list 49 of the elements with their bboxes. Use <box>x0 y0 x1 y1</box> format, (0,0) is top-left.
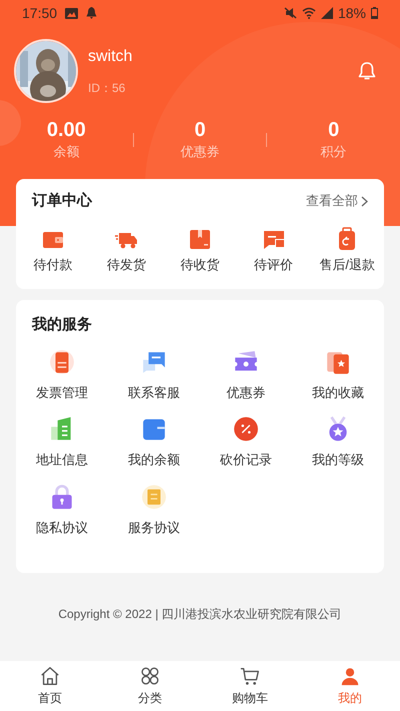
person-icon <box>339 665 361 687</box>
home-icon <box>39 665 61 687</box>
service-button[interactable]: 我的等级 <box>292 416 384 470</box>
section-title: 订单中心 <box>32 190 92 211</box>
user-name: switch <box>88 47 134 67</box>
bell-icon <box>86 7 98 19</box>
battery-icon <box>371 7 378 19</box>
stat-label: 余额 <box>53 143 80 162</box>
section-title: 我的服务 <box>30 315 93 335</box>
order-status-button[interactable]: 待收货 <box>163 227 237 274</box>
discount-badge-icon <box>233 416 259 442</box>
stat-label: 积分 <box>320 143 347 162</box>
nav-tab[interactable]: 分类 <box>100 661 200 711</box>
service-button[interactable]: 优惠券 <box>200 348 292 402</box>
service-button[interactable]: 隐私协议 <box>16 484 108 537</box>
wifi-icon <box>302 7 316 19</box>
service-button[interactable]: 砍价记录 <box>200 416 292 470</box>
view-all-link[interactable]: 查看全部 <box>306 191 368 211</box>
service-button[interactable]: 我的余额 <box>108 416 200 470</box>
stat-value: 0 <box>328 118 340 142</box>
order-status-button[interactable]: 售后/退款 <box>310 227 384 274</box>
service-button[interactable]: 地址信息 <box>16 416 108 470</box>
nav-tab[interactable]: 首页 <box>0 661 100 711</box>
chevron-right-icon <box>361 196 368 206</box>
service-button[interactable]: 服务协议 <box>108 484 200 537</box>
status-time: 17:50 <box>22 4 58 22</box>
invoice-icon <box>49 348 75 374</box>
signal-icon <box>320 7 333 19</box>
order-status-button[interactable]: 待发货 <box>90 227 164 274</box>
battery-level: 18% <box>338 4 366 22</box>
service-button[interactable]: 联系客服 <box>108 348 200 402</box>
stat-value: 0.00 <box>46 118 86 142</box>
notification-bell-icon[interactable] <box>358 61 376 81</box>
nav-tab[interactable]: 购物车 <box>200 661 300 711</box>
mute-icon <box>284 7 297 19</box>
stat-value: 0 <box>194 118 206 142</box>
order-status-button[interactable]: 待付款 <box>16 227 90 274</box>
four-petal-icon <box>139 665 161 687</box>
copyright-text: Copyright © 2022 | 四川港投滨水农业研究院有限公司 <box>58 606 342 623</box>
service-button[interactable]: 我的收藏 <box>292 348 384 402</box>
cart-icon <box>239 665 261 687</box>
service-document-icon <box>141 484 167 510</box>
image-icon <box>65 8 78 18</box>
service-button[interactable]: 发票管理 <box>16 348 108 402</box>
stat-label: 优惠券 <box>180 143 220 162</box>
package-icon <box>188 227 212 251</box>
nav-tab[interactable]: 我的 <box>300 661 400 711</box>
order-status-button[interactable]: 待评价 <box>236 227 310 274</box>
user-id: ID：56 <box>88 80 126 97</box>
